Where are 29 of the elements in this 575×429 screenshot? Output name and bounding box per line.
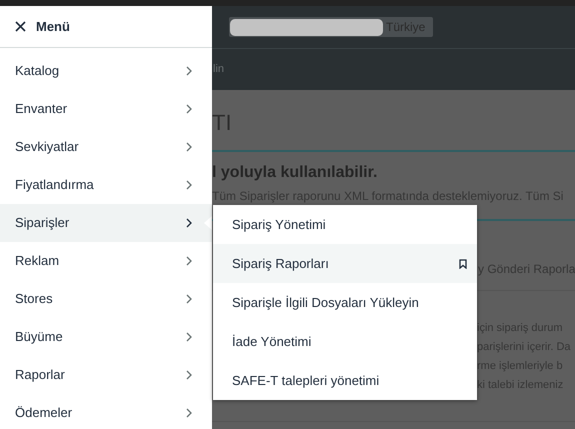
- menu-item[interactable]: Fiyatlandırma: [0, 166, 212, 204]
- menu-item[interactable]: Raporlar: [0, 356, 212, 394]
- notice-title: l yoluyla kullanılabilir.: [212, 163, 378, 183]
- menu-item[interactable]: Büyüme: [0, 318, 212, 356]
- chevron-right-icon: [186, 294, 192, 304]
- chevron-right-icon: [186, 332, 192, 342]
- chevron-right-icon: [186, 142, 192, 152]
- chevron-right-icon: [186, 370, 192, 380]
- chevron-right-icon: [186, 256, 192, 266]
- submenu-item[interactable]: Sipariş Yönetimi: [213, 205, 477, 244]
- submenu-item[interactable]: Siparişle İlgili Dosyaları Yükleyin: [213, 283, 477, 322]
- bookmark-icon[interactable]: [459, 258, 467, 268]
- close-icon[interactable]: [15, 21, 26, 32]
- menu-item[interactable]: Envanter: [0, 90, 212, 128]
- chevron-right-icon: [186, 180, 192, 190]
- chevron-right-icon: [186, 408, 192, 418]
- menu-item[interactable]: Ödemeler: [0, 394, 212, 429]
- submenu-item[interactable]: SAFE-T talepleri yönetimi: [213, 361, 477, 400]
- menu-item[interactable]: Katalog: [0, 52, 212, 90]
- menu-title: Menü: [36, 18, 70, 36]
- chevron-right-icon: [186, 218, 192, 228]
- menu-item[interactable]: Stores: [0, 280, 212, 318]
- menu-item[interactable]: Siparişler: [0, 204, 212, 242]
- submenu-item[interactable]: Sipariş Raporları: [213, 244, 477, 283]
- chevron-right-icon: [186, 104, 192, 114]
- menu-item[interactable]: Sevkiyatlar: [0, 128, 212, 166]
- menu-item[interactable]: Reklam: [0, 242, 212, 280]
- chevron-right-icon: [186, 66, 192, 76]
- submenu-item[interactable]: İade Yönetimi: [213, 322, 477, 361]
